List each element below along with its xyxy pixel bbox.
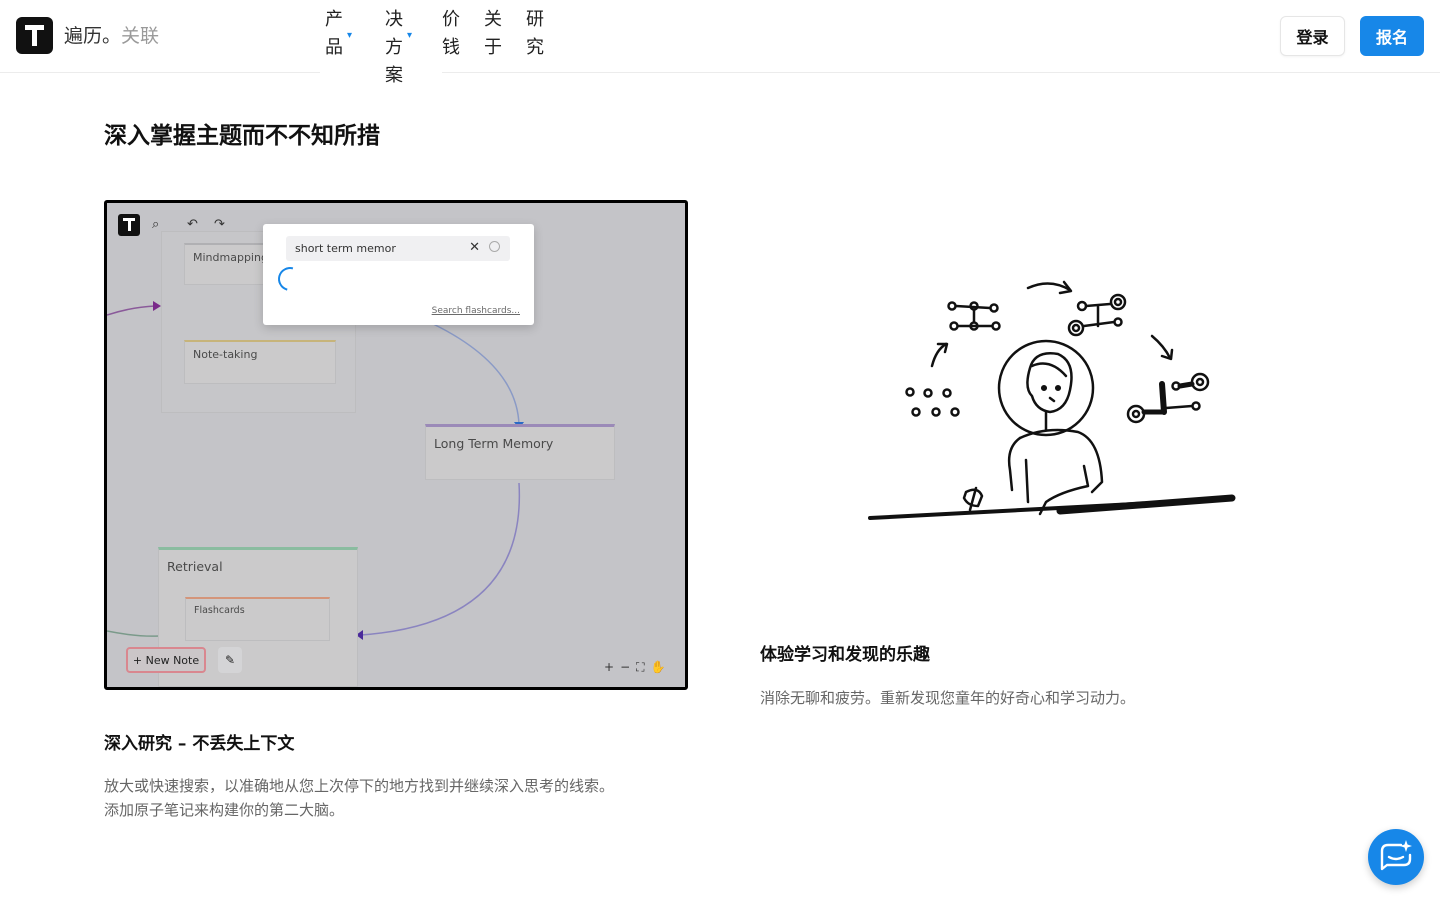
logo-icon[interactable] — [16, 17, 53, 54]
node-long-term-memory[interactable]: Long Term Memory — [425, 424, 615, 480]
chevron-down-icon: ▾ — [347, 30, 353, 41]
nav-research-char: 究 — [526, 37, 544, 58]
search-input[interactable]: short term memor ✕ — [286, 236, 510, 261]
site-header: 遍历。关联 产 品 ▾ 解 决 方 案 ▾ 价 钱 — [0, 0, 1440, 92]
search-icon[interactable] — [489, 241, 500, 252]
node-label: Long Term Memory — [434, 436, 554, 451]
nav-solutions-char: 决 — [385, 9, 403, 30]
brand-sub: 关联 — [121, 25, 160, 47]
nav-about-char: 关 — [484, 9, 502, 30]
zoom-out-icon[interactable]: − — [620, 660, 636, 674]
node-note-taking[interactable]: Note-taking — [184, 340, 336, 384]
canvas: Mindmapping Note-taking Long Term Memory… — [107, 203, 685, 687]
feature-left-description: 放大或快速搜索，以准确地从您上次停下的地方找到并继续深入思考的线索。 添加原子笔… — [104, 774, 664, 822]
brand-main: 遍历。 — [64, 25, 122, 47]
node-mindmapping[interactable]: Mindmapping — [184, 243, 268, 285]
node-label: Retrieval — [167, 559, 223, 574]
node-label: Note-taking — [193, 348, 258, 361]
zoom-in-icon[interactable]: + — [604, 660, 620, 674]
chat-button[interactable] — [1368, 829, 1424, 885]
nav-pricing-char: 价 — [442, 9, 460, 30]
signup-button[interactable]: 报名 — [1360, 16, 1424, 56]
nav-research-char: 研 — [526, 9, 544, 30]
clear-icon[interactable]: ✕ — [469, 240, 480, 255]
nav-product-char: 产 — [325, 9, 343, 30]
feature-right-description: 消除无聊和疲劳。重新发现您童年的好奇心和学习动力。 — [760, 689, 1136, 707]
app-logo-icon[interactable] — [118, 214, 140, 236]
hand-tool-icon[interactable]: ✋ — [651, 660, 672, 674]
learning-illustration — [868, 280, 1236, 520]
feature-left-heading: 深入研究 – 不丢失上下文 — [104, 734, 295, 754]
nav-about-char: 于 — [484, 37, 502, 58]
search-icon[interactable]: ⌕ — [152, 217, 159, 232]
brand-name[interactable]: 遍历。关联 — [64, 23, 159, 49]
fit-screen-icon[interactable]: ⛶ — [636, 660, 650, 674]
nav-pricing-char: 钱 — [442, 37, 460, 58]
nav-product-char: 品 — [325, 37, 343, 58]
section-title: 深入掌握主题而不不知所措 — [104, 123, 380, 149]
loading-spinner-icon — [273, 262, 307, 296]
chat-sparkle-icon — [1380, 840, 1412, 871]
feature-left-line: 放大或快速搜索，以准确地从您上次停下的地方找到并继续深入思考的线索。 — [104, 777, 615, 795]
node-flashcards[interactable]: Flashcards — [185, 597, 330, 641]
new-note-button[interactable]: + New Note — [126, 647, 206, 673]
search-value: short term memor — [295, 242, 396, 255]
redo-icon[interactable]: ↷ — [214, 217, 225, 232]
chevron-down-icon: ▾ — [407, 30, 413, 41]
node-label: Flashcards — [194, 605, 245, 616]
search-modal: short term memor ✕ Search flashcards... — [263, 224, 534, 325]
feature-right-heading: 体验学习和发现的乐趣 — [760, 645, 930, 665]
zoom-tools: +−⛶✋ — [604, 660, 671, 675]
login-button[interactable]: 登录 — [1280, 16, 1345, 56]
product-screenshot: Mindmapping Note-taking Long Term Memory… — [104, 200, 688, 690]
nav-solutions-char: 案 — [385, 65, 403, 86]
search-flashcards-link[interactable]: Search flashcards... — [432, 306, 520, 316]
node-label: Mindmapping — [193, 251, 268, 264]
undo-icon[interactable]: ↶ — [187, 217, 198, 232]
pen-icon[interactable]: ✎ — [218, 647, 242, 673]
nav-solutions-char: 方 — [385, 37, 403, 58]
feature-left-line: 添加原子笔记来构建你的第二大脑。 — [104, 801, 345, 819]
